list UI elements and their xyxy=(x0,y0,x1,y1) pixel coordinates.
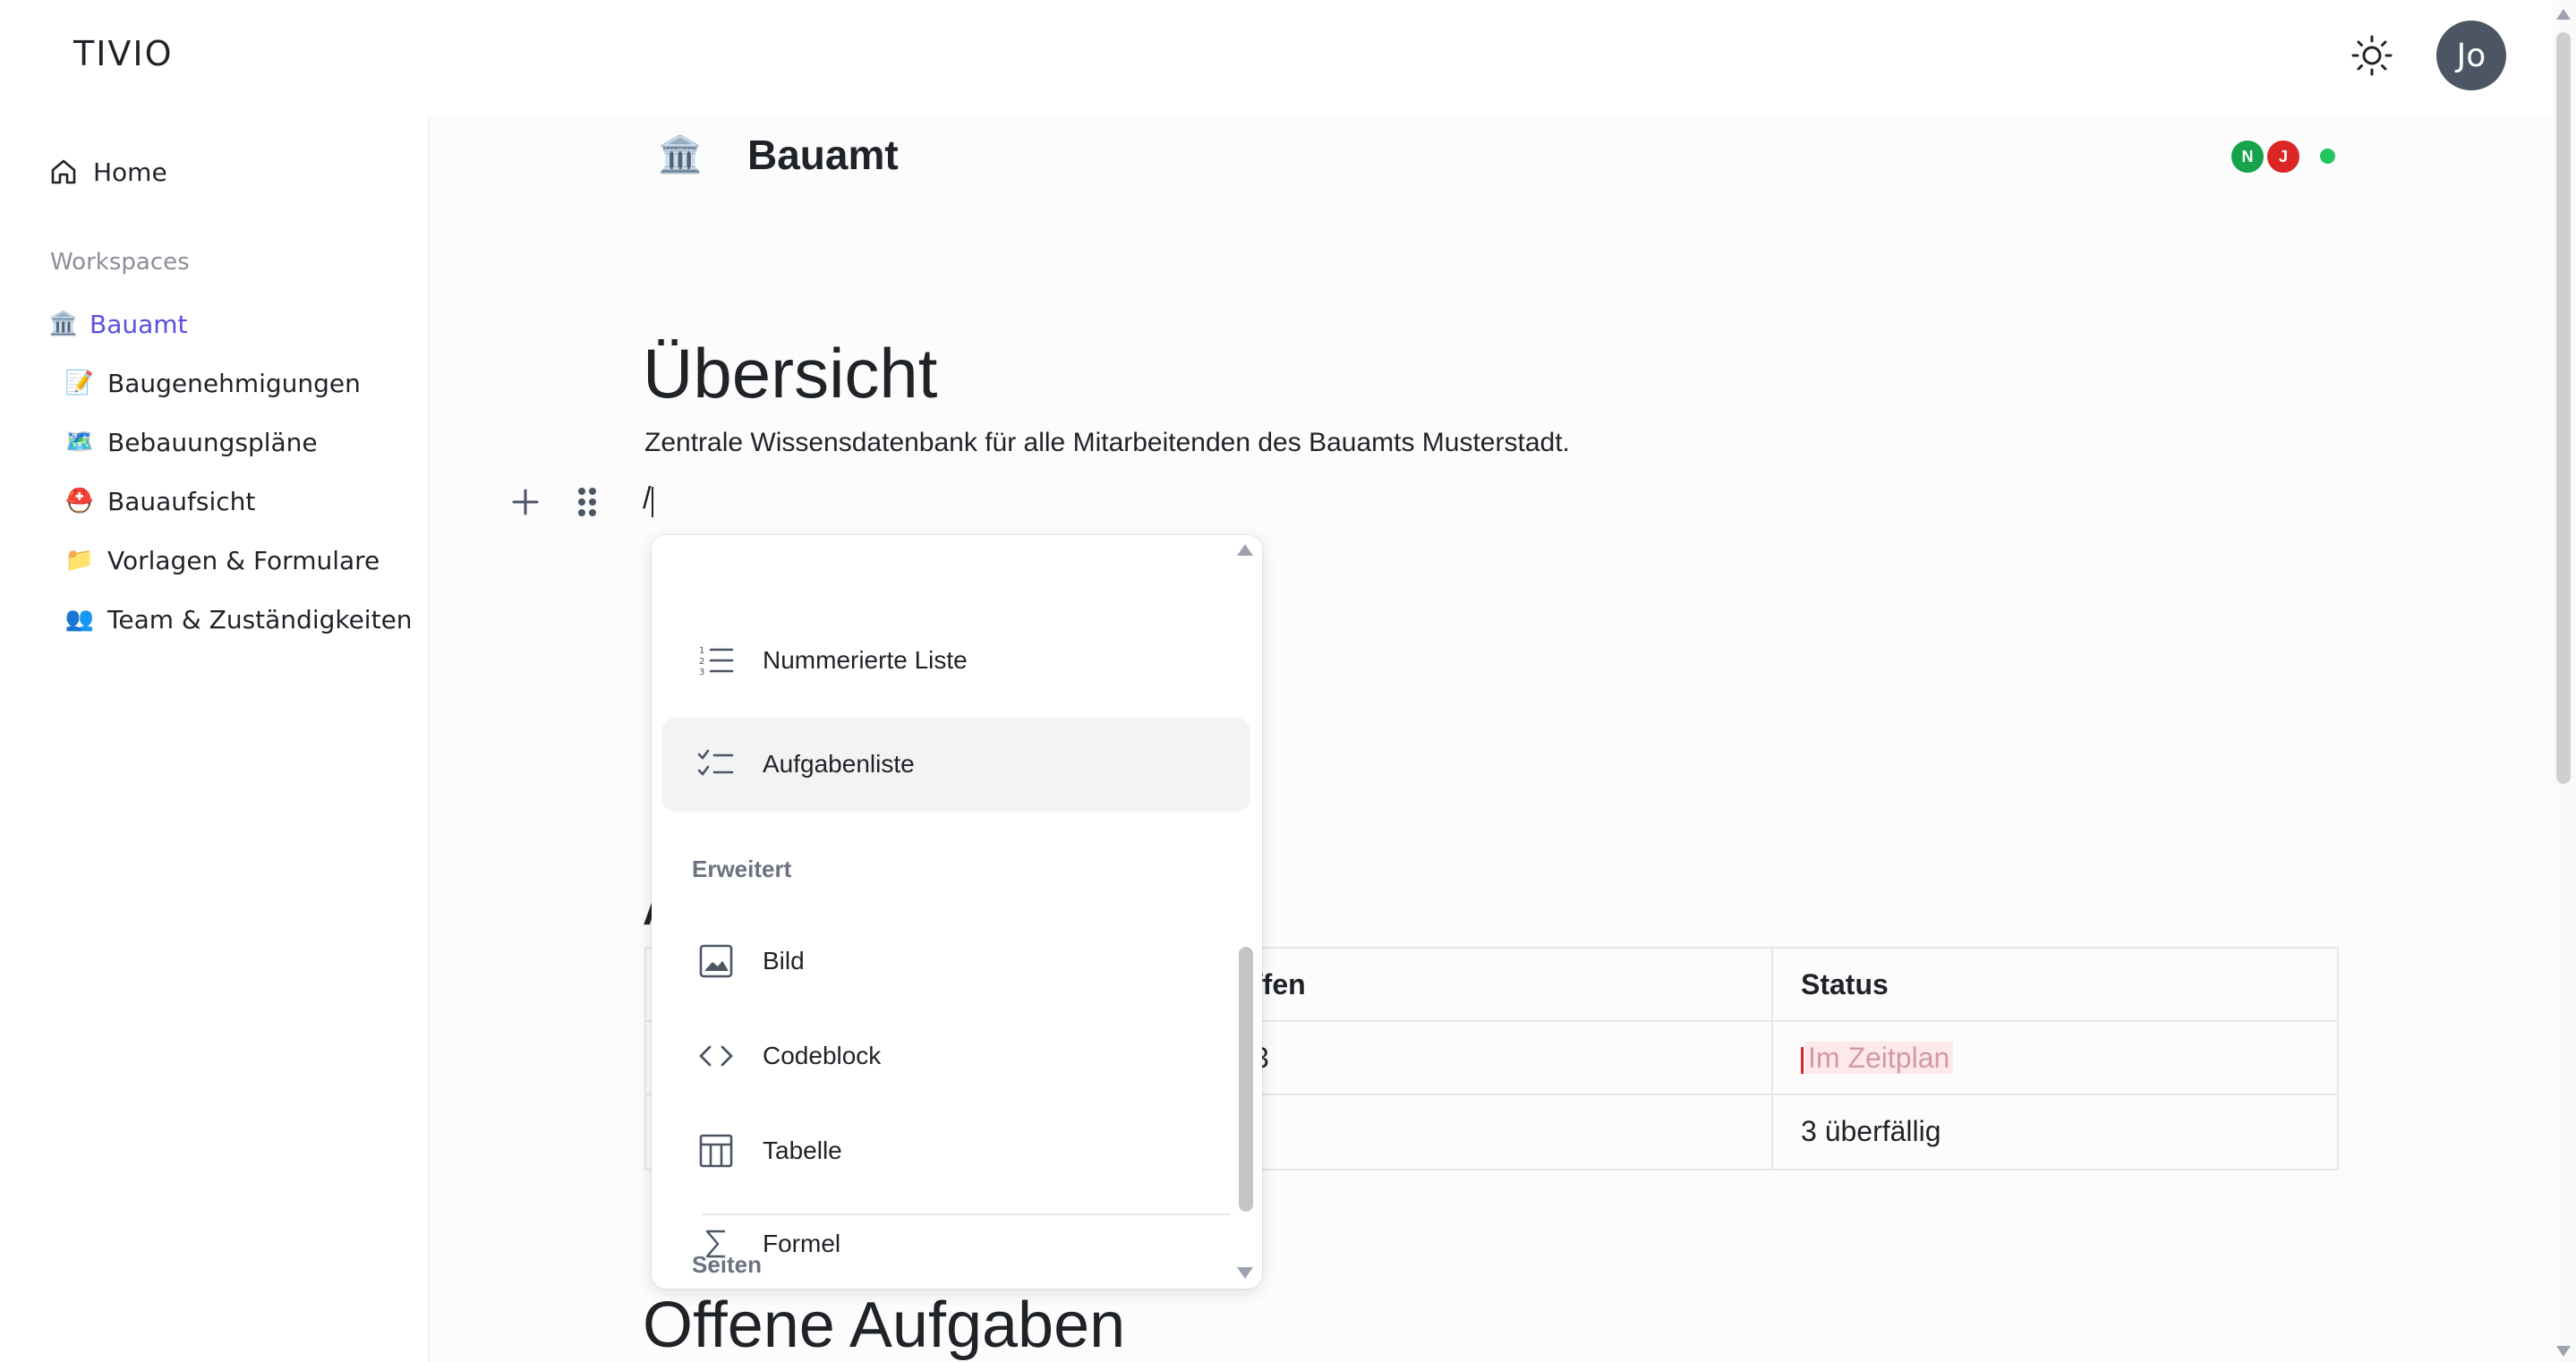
menu-section-erweitert: Erweitert xyxy=(692,856,792,882)
app-logo[interactable]: TIVIO xyxy=(73,34,174,73)
svg-text:1: 1 xyxy=(699,646,704,656)
sidebar-item-label: Baugenehmigungen xyxy=(107,368,361,398)
sidebar-item-label: Home xyxy=(93,157,167,187)
sidebar-item-bebauungsplaene[interactable]: 🗺️ Bebauungspläne xyxy=(64,418,318,466)
theme-toggle-button[interactable] xyxy=(2345,29,2399,82)
sidebar-item-home[interactable]: Home xyxy=(47,148,167,196)
menu-scroll-up-arrow[interactable] xyxy=(1237,544,1253,556)
collaborator-avatar[interactable]: N xyxy=(2229,138,2266,175)
menu-item-task-list[interactable]: Aufgabenliste xyxy=(662,718,1250,811)
sidebar-item-bauamt[interactable]: 🏛️ Bauamt xyxy=(48,300,188,348)
table-header[interactable]: Status xyxy=(1801,968,1889,1001)
slash-command-menu[interactable]: 123 Nummerierte Liste Aufgabenliste Erwe… xyxy=(652,535,1262,1289)
menu-item-label: Bild xyxy=(763,947,805,975)
heading-uebersicht[interactable]: Übersicht xyxy=(643,333,937,414)
menu-item-label: Formel xyxy=(763,1230,841,1257)
image-icon xyxy=(687,941,745,981)
menu-item-image[interactable]: Bild xyxy=(673,915,1262,1008)
svg-text:3: 3 xyxy=(699,668,704,677)
page-description[interactable]: Zentrale Wissensdatenbank für alle Mitar… xyxy=(644,428,1570,458)
sidebar-item-label: Bauamt xyxy=(90,309,188,339)
menu-section-seiten: Seiten xyxy=(692,1251,763,1278)
collaborator-avatar[interactable]: J xyxy=(2265,138,2302,175)
sidebar-item-vorlagen[interactable]: 📁 Vorlagen & Formulare xyxy=(64,536,380,584)
people-icon: 👥 xyxy=(64,606,95,633)
table-cell[interactable]: 3 überfällig xyxy=(1801,1115,1941,1148)
memo-icon: 📝 xyxy=(64,370,95,396)
home-icon xyxy=(47,157,81,187)
sidebar-item-label: Vorlagen & Formulare xyxy=(107,545,380,575)
page-scrollbar-thumb[interactable] xyxy=(2556,32,2571,784)
page-scroll-up-arrow[interactable] xyxy=(2556,9,2571,20)
menu-item-numbered-list[interactable]: 123 Nummerierte Liste xyxy=(673,614,1262,707)
sidebar-item-baugenehmigungen[interactable]: 📝 Baugenehmigungen xyxy=(64,359,361,407)
slash-command-input[interactable]: / xyxy=(643,481,651,516)
text-caret xyxy=(652,487,653,517)
sidebar-item-label: Bauaufsicht xyxy=(107,486,256,516)
sidebar-item-label: Bebauungspläne xyxy=(107,427,318,457)
map-icon: 🗺️ xyxy=(64,429,95,455)
plus-icon xyxy=(512,489,539,515)
sun-icon xyxy=(2351,35,2393,76)
code-icon xyxy=(687,1038,745,1074)
drag-handle[interactable] xyxy=(573,483,601,521)
add-block-button[interactable] xyxy=(507,483,544,521)
user-avatar[interactable]: Jo xyxy=(2436,21,2506,90)
sidebar-divider xyxy=(428,116,430,1362)
page-title[interactable]: Bauamt xyxy=(747,131,899,179)
text-caret xyxy=(1801,1046,1804,1074)
menu-item-codeblock[interactable]: Codeblock xyxy=(673,1009,1262,1102)
menu-scrollbar[interactable] xyxy=(1239,947,1253,1212)
menu-divider xyxy=(702,1213,1230,1215)
heading-offene-aufgaben[interactable]: Offene Aufgaben xyxy=(643,1289,1125,1362)
drag-dots-icon xyxy=(578,488,596,516)
sidebar-item-team[interactable]: 👥 Team & Zuständigkeiten xyxy=(64,595,413,643)
folder-icon: 📁 xyxy=(64,547,95,574)
menu-item-label: Tabelle xyxy=(763,1136,842,1164)
menu-item-label: Codeblock xyxy=(763,1042,882,1069)
menu-item-label: Nummerierte Liste xyxy=(763,646,968,674)
sidebar-item-bauaufsicht[interactable]: ⛑️ Bauaufsicht xyxy=(64,477,256,525)
sidebar-section-workspaces: Workspaces xyxy=(50,249,190,276)
helmet-icon: ⛑️ xyxy=(64,488,95,515)
menu-scroll-down-arrow[interactable] xyxy=(1237,1267,1253,1279)
status-badge[interactable]: Im Zeitplan xyxy=(1804,1042,1954,1074)
online-status-dot xyxy=(2320,149,2335,164)
task-list-icon xyxy=(687,746,745,782)
numbered-list-icon: 123 xyxy=(687,643,745,678)
sidebar: Home Workspaces 🏛️ Bauamt 📝 Baugenehmigu… xyxy=(0,116,428,1362)
sidebar-item-label: Team & Zuständigkeiten xyxy=(107,604,413,634)
table-icon xyxy=(687,1131,745,1170)
svg-text:2: 2 xyxy=(699,657,704,667)
menu-item-table[interactable]: Tabelle xyxy=(673,1104,1262,1197)
page-icon[interactable]: 🏛️ xyxy=(658,136,703,174)
page-scroll-down-arrow[interactable] xyxy=(2556,1346,2571,1357)
table-cell[interactable]: Im Zeitplan xyxy=(1801,1042,1954,1075)
bank-icon: 🏛️ xyxy=(48,311,79,337)
menu-item-label: Aufgabenliste xyxy=(763,750,915,778)
